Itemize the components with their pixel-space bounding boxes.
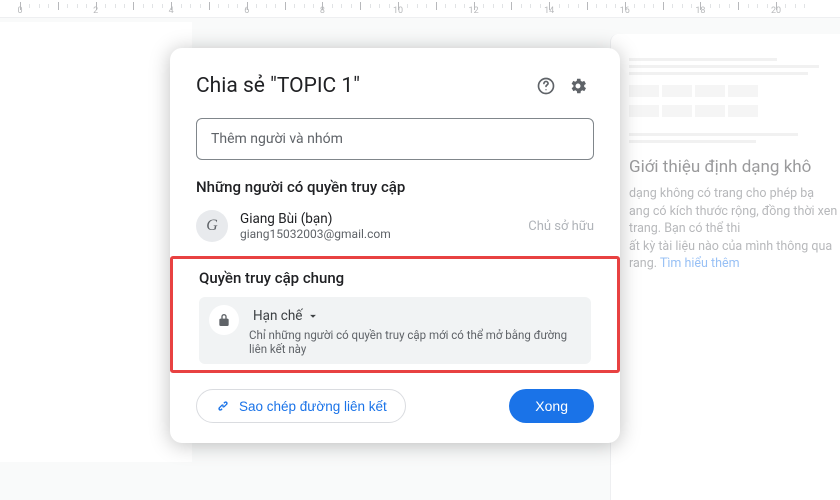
help-icon	[536, 76, 556, 96]
lock-icon-container	[209, 305, 239, 335]
general-access-heading: Quyền truy cập chung	[199, 269, 591, 287]
person-row: G Giang Bùi (bạn) giang15032003@gmail.co…	[196, 206, 594, 256]
add-people-input[interactable]: Thêm người và nhóm	[196, 118, 594, 160]
gear-icon	[568, 76, 588, 96]
avatar: G	[196, 210, 228, 242]
done-button[interactable]: Xong	[509, 389, 594, 423]
access-mode-dropdown[interactable]: Hạn chế	[249, 306, 324, 326]
share-dialog: Chia sẻ "TOPIC 1" Thêm người và nhóm Nhữ…	[170, 48, 620, 443]
link-icon	[215, 398, 231, 414]
person-name: Giang Bùi (bạn)	[240, 211, 528, 227]
general-access-row: Hạn chế Chỉ những người có quyền truy cậ…	[199, 297, 591, 364]
person-role: Chủ sở hữu	[528, 219, 594, 234]
access-mode-label: Hạn chế	[253, 308, 302, 324]
chevron-down-icon	[306, 309, 320, 323]
dialog-title: Chia sẻ "TOPIC 1"	[196, 74, 530, 98]
access-description: Chỉ những người có quyền truy cập mới có…	[249, 328, 581, 356]
help-button[interactable]	[530, 70, 562, 102]
person-email: giang15032003@gmail.com	[240, 227, 528, 241]
settings-button[interactable]	[562, 70, 594, 102]
copy-link-label: Sao chép đường liên kết	[239, 399, 387, 414]
general-access-highlight: Quyền truy cập chung Hạn chế Chỉ những n…	[170, 256, 620, 373]
people-with-access-heading: Những người có quyền truy cập	[196, 178, 594, 196]
lock-icon	[216, 312, 232, 328]
copy-link-button[interactable]: Sao chép đường liên kết	[196, 389, 406, 423]
